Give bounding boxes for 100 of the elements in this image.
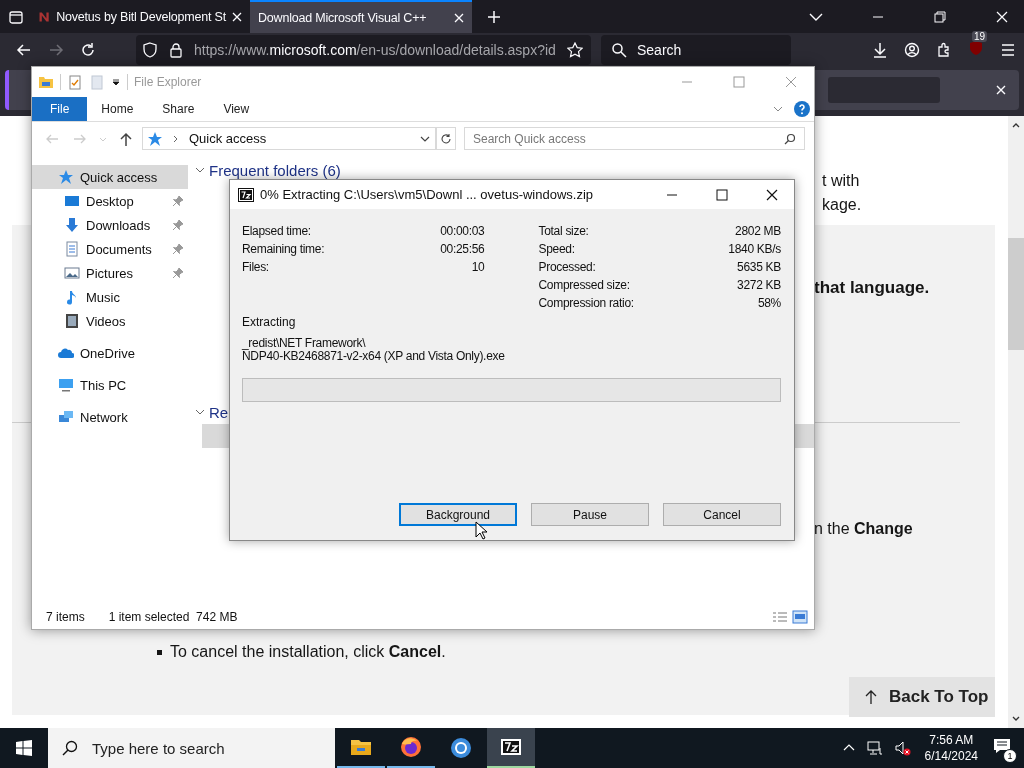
clock-time[interactable]: 7:56 AM [929,732,974,748]
desktop-icon [64,193,80,209]
stat-label: Compression ratio: [538,296,634,310]
star-icon[interactable] [567,41,583,58]
stat-value: 5635 KB [737,260,781,274]
stat-value: 10 [471,260,485,274]
stat-value: 3272 KB [737,278,781,292]
extension-badge: 19 [972,30,988,42]
windows-start-icon[interactable] [16,740,32,756]
refresh-icon [440,132,452,145]
ribbon-tab[interactable]: View [209,97,265,121]
volume-muted-icon[interactable] [894,740,911,756]
background-button[interactable]: Background [399,503,517,526]
dialog-title: 0% Extracting C:\Users\vm5\Downl ... ovetus-windows.zip [260,187,594,202]
file-path: NDP40-KB2468871-v2-x64 (XP and Vista Only).exe [242,350,506,363]
close-icon[interactable] [995,84,1007,96]
nav-item[interactable]: Documents [32,237,188,261]
url-text: https://www.microsoft.com/en-us/download/details.aspx?id [194,41,557,58]
taskbar-search-field[interactable]: Type here to search [48,728,335,768]
stat-value: 58% [757,296,781,310]
back-to-top-button[interactable]: Back To Top [849,677,995,717]
search-icon [62,740,78,756]
firefox-icon [399,735,423,759]
heading-text: that language. [814,278,931,298]
nav-item[interactable]: OneDrive [32,341,188,365]
ribbon-tab[interactable]: Share [148,97,210,121]
star-icon [58,169,74,185]
taskbar-app-button[interactable] [487,728,535,768]
pin-icon[interactable] [172,243,184,255]
help-icon[interactable] [794,101,810,117]
monitor-icon [58,377,74,393]
account-icon[interactable] [904,41,920,58]
tab-title: Download Microsoft Visual C++ [258,10,428,25]
nav-item[interactable]: Music [32,285,188,309]
dropdown-icon[interactable] [111,77,121,87]
pin-icon[interactable] [172,195,184,207]
shield-icon[interactable] [142,41,158,58]
stat-value: 00:00:03 [440,224,485,238]
address-bar[interactable]: https://www.microsoft.com/en-us/download/details.aspx?id [136,34,591,65]
clock-date[interactable]: 6/14/2024 [924,748,978,764]
nav-item[interactable]: Videos [32,309,188,333]
bullet-icon [157,649,162,655]
pin-icon[interactable] [172,219,184,231]
new-tab-icon[interactable] [486,8,502,25]
network-icon [58,409,74,425]
tab-title: Novetus by Bitl Development St [56,9,226,24]
status-label: Extracting [242,314,297,331]
browser-tab[interactable]: Novetus by Bitl Development St [30,0,250,33]
large-icons-view-icon[interactable] [792,609,808,625]
search-field[interactable]: Search [601,34,791,65]
menu-icon[interactable] [1000,41,1016,58]
reload-icon[interactable] [80,41,96,58]
paragraph-text: t with [822,171,861,191]
nav-item[interactable]: Quick access [32,165,188,189]
stat-label: Processed: [538,260,596,274]
nav-item[interactable]: Downloads [32,213,188,237]
scroll-thumb[interactable] [1008,238,1024,350]
search-field[interactable]: Search Quick access [464,127,805,150]
notification-field[interactable] [828,77,940,103]
ribbon-tab[interactable]: Home [87,97,149,121]
paragraph-text: kage. [822,195,863,215]
download-icon[interactable] [872,41,888,58]
browser-tab[interactable]: Download Microsoft Visual C++ [250,0,472,33]
stat-label: Speed: [538,242,575,256]
cancel-button[interactable]: Cancel [663,503,781,526]
nav-item[interactable]: Desktop [32,189,188,213]
refresh-button[interactable] [436,127,456,150]
instruction-text: n the Change [814,520,914,538]
maximize-icon[interactable] [714,186,730,203]
restore-icon[interactable] [932,8,948,25]
up-arrow-icon [863,689,879,705]
tab-list-icon[interactable] [8,8,24,25]
file-path: _redist\NET Framework\ [242,337,367,350]
section-heading[interactable]: Frequent folders (6) [209,161,341,179]
pause-button[interactable]: Pause [531,503,649,526]
stat-value: 1840 KB/s [728,242,781,256]
search-icon [611,41,627,58]
bullet-text: To cancel the installation, click Cancel. [170,643,446,661]
up-arrow-icon[interactable] [118,130,134,147]
lock-icon[interactable] [168,41,184,58]
address-bar[interactable]: Quick access [142,127,436,150]
section-heading[interactable]: Re [209,403,229,421]
nav-item[interactable]: This PC [32,373,188,397]
puzzle-icon[interactable] [936,41,952,58]
image-icon [64,265,80,281]
nav-item[interactable]: Pictures [32,261,188,285]
close-tab-icon[interactable] [454,12,464,23]
7z-icon [238,186,254,203]
scrollbar[interactable] [1008,116,1024,728]
ribbon-tab[interactable]: File [32,97,88,121]
back-icon[interactable] [16,41,32,58]
close-tab-icon[interactable] [232,11,242,22]
pin-icon[interactable] [172,267,184,279]
nav-item[interactable]: Network [32,405,188,429]
properties-icon[interactable] [67,74,83,90]
selection-info: 1 item selected 742 MB [108,610,238,624]
stat-label: Total size: [538,224,589,238]
extension-icon[interactable] [968,39,984,56]
window-title: File Explorer [134,75,202,89]
network-icon[interactable] [866,740,883,756]
